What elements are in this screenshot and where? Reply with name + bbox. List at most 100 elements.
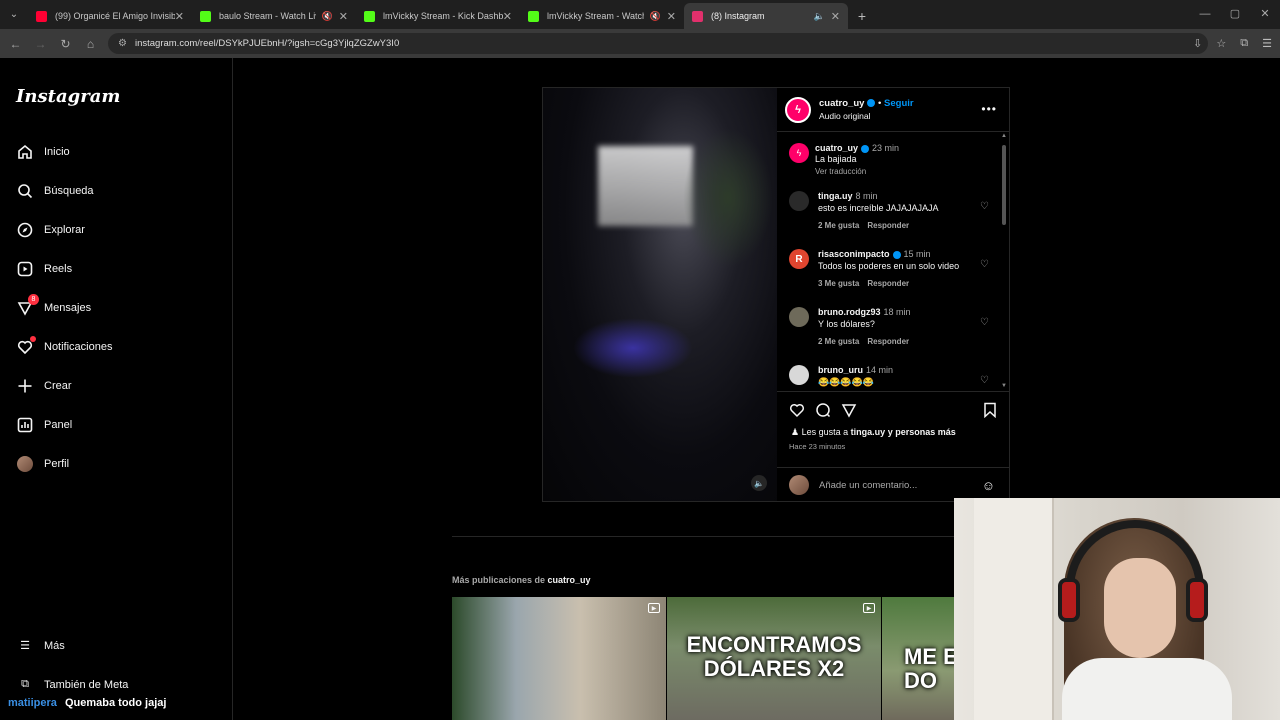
reply-button[interactable]: Responder xyxy=(867,221,909,230)
avatar[interactable] xyxy=(789,191,809,211)
extensions-icon[interactable]: ⧉ xyxy=(1240,37,1248,50)
bookmark-star-icon[interactable]: ☆ xyxy=(1216,37,1226,50)
instagram-logo[interactable]: Instagram xyxy=(16,86,120,107)
nav-item-crear[interactable]: Crear xyxy=(16,374,72,398)
like-comment-icon[interactable]: ♡ xyxy=(980,259,989,270)
avatar[interactable]: ϟ xyxy=(789,143,809,163)
comment-likes[interactable]: 2 Me gusta xyxy=(818,337,859,346)
reply-button[interactable]: Responder xyxy=(867,279,909,288)
comment-likes[interactable]: 2 Me gusta xyxy=(818,221,859,230)
more-options-icon[interactable]: ••• xyxy=(981,102,997,116)
comment-icon[interactable] xyxy=(815,402,831,421)
muted-icon[interactable]: 🔇 xyxy=(322,11,333,22)
browser-tab[interactable]: (99) Organicé El Amigo Invisibl ✕ xyxy=(28,3,192,29)
url-text: instagram.com/reel/DSYkPJUEbnH/?igsh=cGg… xyxy=(134,38,400,49)
share-icon[interactable] xyxy=(841,402,857,421)
post-actions: ♟ Les gusta a tinga.uy y personas más Ha… xyxy=(777,391,1009,501)
nav-item-busqueda[interactable]: Búsqueda xyxy=(16,179,94,203)
author-avatar[interactable]: ϟ xyxy=(785,96,811,123)
muted-icon[interactable]: 🔇 xyxy=(650,11,661,22)
post-thumbnail[interactable]: ME E DO xyxy=(882,597,954,720)
minimize-icon[interactable]: — xyxy=(1190,0,1220,29)
close-window-icon[interactable]: ✕ xyxy=(1250,0,1280,29)
speaker-icon[interactable]: 🔈 xyxy=(814,11,825,22)
like-comment-icon[interactable]: ♡ xyxy=(980,375,989,386)
more-label: Más xyxy=(44,639,65,652)
more-posts-user[interactable]: cuatro_uy xyxy=(548,575,591,585)
emoji-icon[interactable]: ☺ xyxy=(982,478,995,493)
nav-label: Perfil xyxy=(44,458,70,470)
webcam-headphone-right xyxy=(1186,578,1208,622)
avatar[interactable] xyxy=(789,365,809,385)
home-icon[interactable]: ⌂ xyxy=(78,37,103,51)
more-menu-button[interactable]: ☰ Más xyxy=(16,639,65,653)
post-thumbnail[interactable]: ▶ ENCONTRAMOS DÓLARES X2 xyxy=(667,597,881,720)
avatar[interactable]: R xyxy=(789,249,809,269)
thumbnail-caption: ENCONTRAMOS DÓLARES X2 xyxy=(686,632,862,681)
avatar[interactable] xyxy=(789,307,809,327)
browser-tab-active[interactable]: (8) Instagram 🔈 ✕ xyxy=(684,3,848,29)
reply-button[interactable]: Responder xyxy=(867,337,909,346)
browser-tab[interactable]: lmVickky Stream - Kick Dashbo ✕ xyxy=(356,3,520,29)
liked-others[interactable]: y personas más xyxy=(888,427,956,437)
see-translation-link[interactable]: Ver traducción xyxy=(815,167,975,176)
liked-user[interactable]: tinga.uy xyxy=(851,427,886,437)
close-tab-icon[interactable]: ✕ xyxy=(667,10,676,23)
like-comment-icon[interactable]: ♡ xyxy=(980,317,989,328)
liked-by-avatar: ♟ xyxy=(791,427,800,437)
scroll-thumb[interactable] xyxy=(1002,145,1006,225)
site-info-icon[interactable]: ⚙ xyxy=(118,38,127,49)
browser-tab[interactable]: baulo Stream - Watch Live 🔇 ✕ xyxy=(192,3,356,29)
scroll-down-icon[interactable]: ▼ xyxy=(1001,383,1007,389)
forward-icon[interactable]: → xyxy=(28,37,53,51)
chat-text: Quemaba todo jajaj xyxy=(64,697,167,709)
browser-tab[interactable]: lmVickky Stream - Watch Li 🔇 ✕ xyxy=(520,3,684,29)
new-tab-button[interactable]: + xyxy=(848,3,876,29)
follow-button[interactable]: Seguir xyxy=(884,98,914,109)
comment-time: 15 min xyxy=(903,249,931,259)
nav-item-notificaciones[interactable]: Notificaciones xyxy=(16,335,112,359)
save-icon[interactable] xyxy=(983,402,997,421)
close-tab-icon[interactable]: ✕ xyxy=(175,10,184,23)
close-tab-icon[interactable]: ✕ xyxy=(831,10,840,23)
close-tab-icon[interactable]: ✕ xyxy=(339,10,348,23)
nav-item-reels[interactable]: Reels xyxy=(16,257,72,281)
toolbar-icons: ⇩ ☆ ⧉ ☰ xyxy=(1193,29,1272,58)
post-thumbnail[interactable]: ▶ xyxy=(452,597,666,720)
reload-icon[interactable]: ↻ xyxy=(53,37,78,51)
like-comment-icon[interactable]: ♡ xyxy=(980,201,989,212)
close-tab-icon[interactable]: ✕ xyxy=(503,10,512,23)
comment-username[interactable]: tinga.uy xyxy=(818,191,853,201)
scroll-up-icon[interactable]: ▲ xyxy=(1001,133,1007,139)
post-header: ϟ cuatro_uy • Seguir Audio original ••• xyxy=(777,88,1009,132)
audio-link[interactable]: Audio original xyxy=(819,111,914,121)
chat-username: matiipera xyxy=(8,697,57,709)
also-from-meta-button[interactable]: ⧉ También de Meta xyxy=(16,678,128,691)
maximize-icon[interactable]: ▢ xyxy=(1220,0,1250,29)
reel-video[interactable]: 🔈 xyxy=(543,88,777,501)
comment-input[interactable]: Añade un comentario... xyxy=(819,480,917,491)
nav-item-explorar[interactable]: Explorar xyxy=(16,218,85,242)
nav-item-perfil[interactable]: Perfil xyxy=(16,452,69,476)
like-icon[interactable] xyxy=(789,402,805,421)
address-bar[interactable]: ⚙ instagram.com/reel/DSYkPJUEbnH/?igsh=c… xyxy=(108,33,1208,54)
tab-title: baulo Stream - Watch Live xyxy=(219,11,316,21)
comment-username[interactable]: bruno.rodgz93 xyxy=(818,307,881,317)
nav-item-inicio[interactable]: Inicio xyxy=(16,140,70,164)
webcam-headphone-left xyxy=(1058,578,1080,622)
comment-username[interactable]: risasconimpacto xyxy=(818,249,890,259)
comments-scrollbar[interactable]: ▲ ▼ xyxy=(1001,133,1007,389)
volume-icon[interactable]: 🔈 xyxy=(751,475,767,491)
tab-search-button[interactable]: ⌄ xyxy=(0,0,28,29)
caption-username[interactable]: cuatro_uy xyxy=(815,143,858,153)
avatar xyxy=(17,456,33,472)
author-username[interactable]: cuatro_uy xyxy=(819,98,864,109)
nav-item-mensajes[interactable]: 8 Mensajes xyxy=(16,294,91,320)
comment-username[interactable]: bruno_uru xyxy=(818,365,863,375)
comment-likes[interactable]: 3 Me gusta xyxy=(818,279,859,288)
section-divider xyxy=(452,536,962,537)
nav-item-panel[interactable]: Panel xyxy=(16,413,72,437)
back-icon[interactable]: ← xyxy=(3,37,28,51)
profile-menu-icon[interactable]: ☰ xyxy=(1262,37,1272,50)
install-app-icon[interactable]: ⇩ xyxy=(1193,37,1202,50)
